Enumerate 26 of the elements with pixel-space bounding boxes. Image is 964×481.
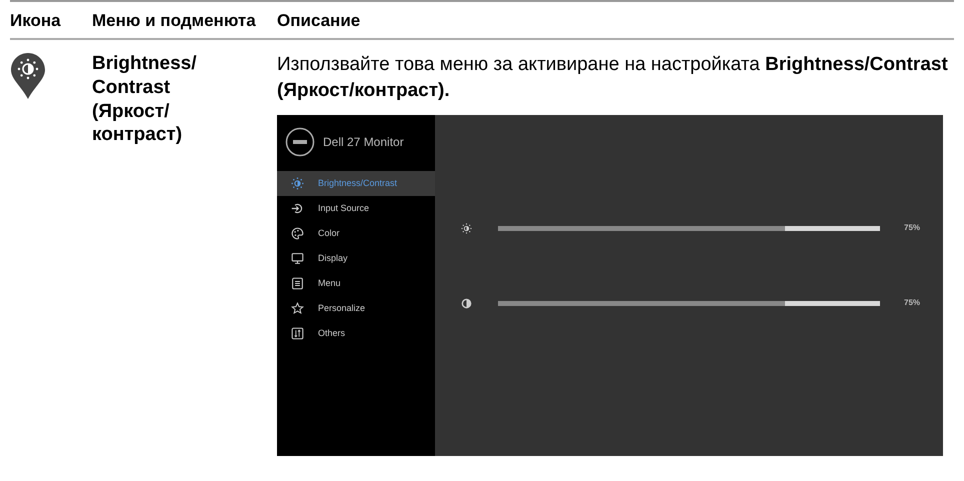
logo-icon [285, 127, 315, 158]
palette-icon [291, 227, 304, 240]
description: Използвайте това меню за активиране на настройката Brightness/Contrast (Яркост/контраст). [277, 53, 949, 103]
menu-item[interactable]: Others [277, 321, 435, 346]
input-arrow-icon [291, 202, 304, 216]
menu-item[interactable]: Personalize [277, 296, 435, 322]
menu-item[interactable]: Brightness/Contrast [277, 171, 435, 196]
column-header: Описание [277, 12, 360, 31]
column-header: Икона [10, 12, 61, 31]
monitor-icon [291, 252, 304, 266]
menu-name: Brightness/ Contrast (Яркост/ контраст) [92, 52, 198, 147]
star-icon [291, 302, 304, 316]
slider-reading: 75% [904, 297, 920, 310]
slider-reading: 75% [904, 222, 920, 234]
arrows-icon [291, 327, 304, 340]
menu-item[interactable]: Input Source [277, 196, 435, 222]
column-header: Меню и подменюта [92, 12, 256, 31]
sun-icon [291, 177, 304, 190]
contrast-icon [461, 298, 472, 309]
list-icon [291, 277, 304, 290]
menu-item[interactable]: Display [277, 246, 435, 272]
menu-item[interactable]: Menu [277, 271, 435, 296]
osd-title: Dell 27 Monitor [323, 134, 404, 152]
menu-item[interactable]: Color [277, 221, 435, 246]
brightness-pin-icon [10, 52, 46, 100]
sun-icon [461, 222, 472, 234]
